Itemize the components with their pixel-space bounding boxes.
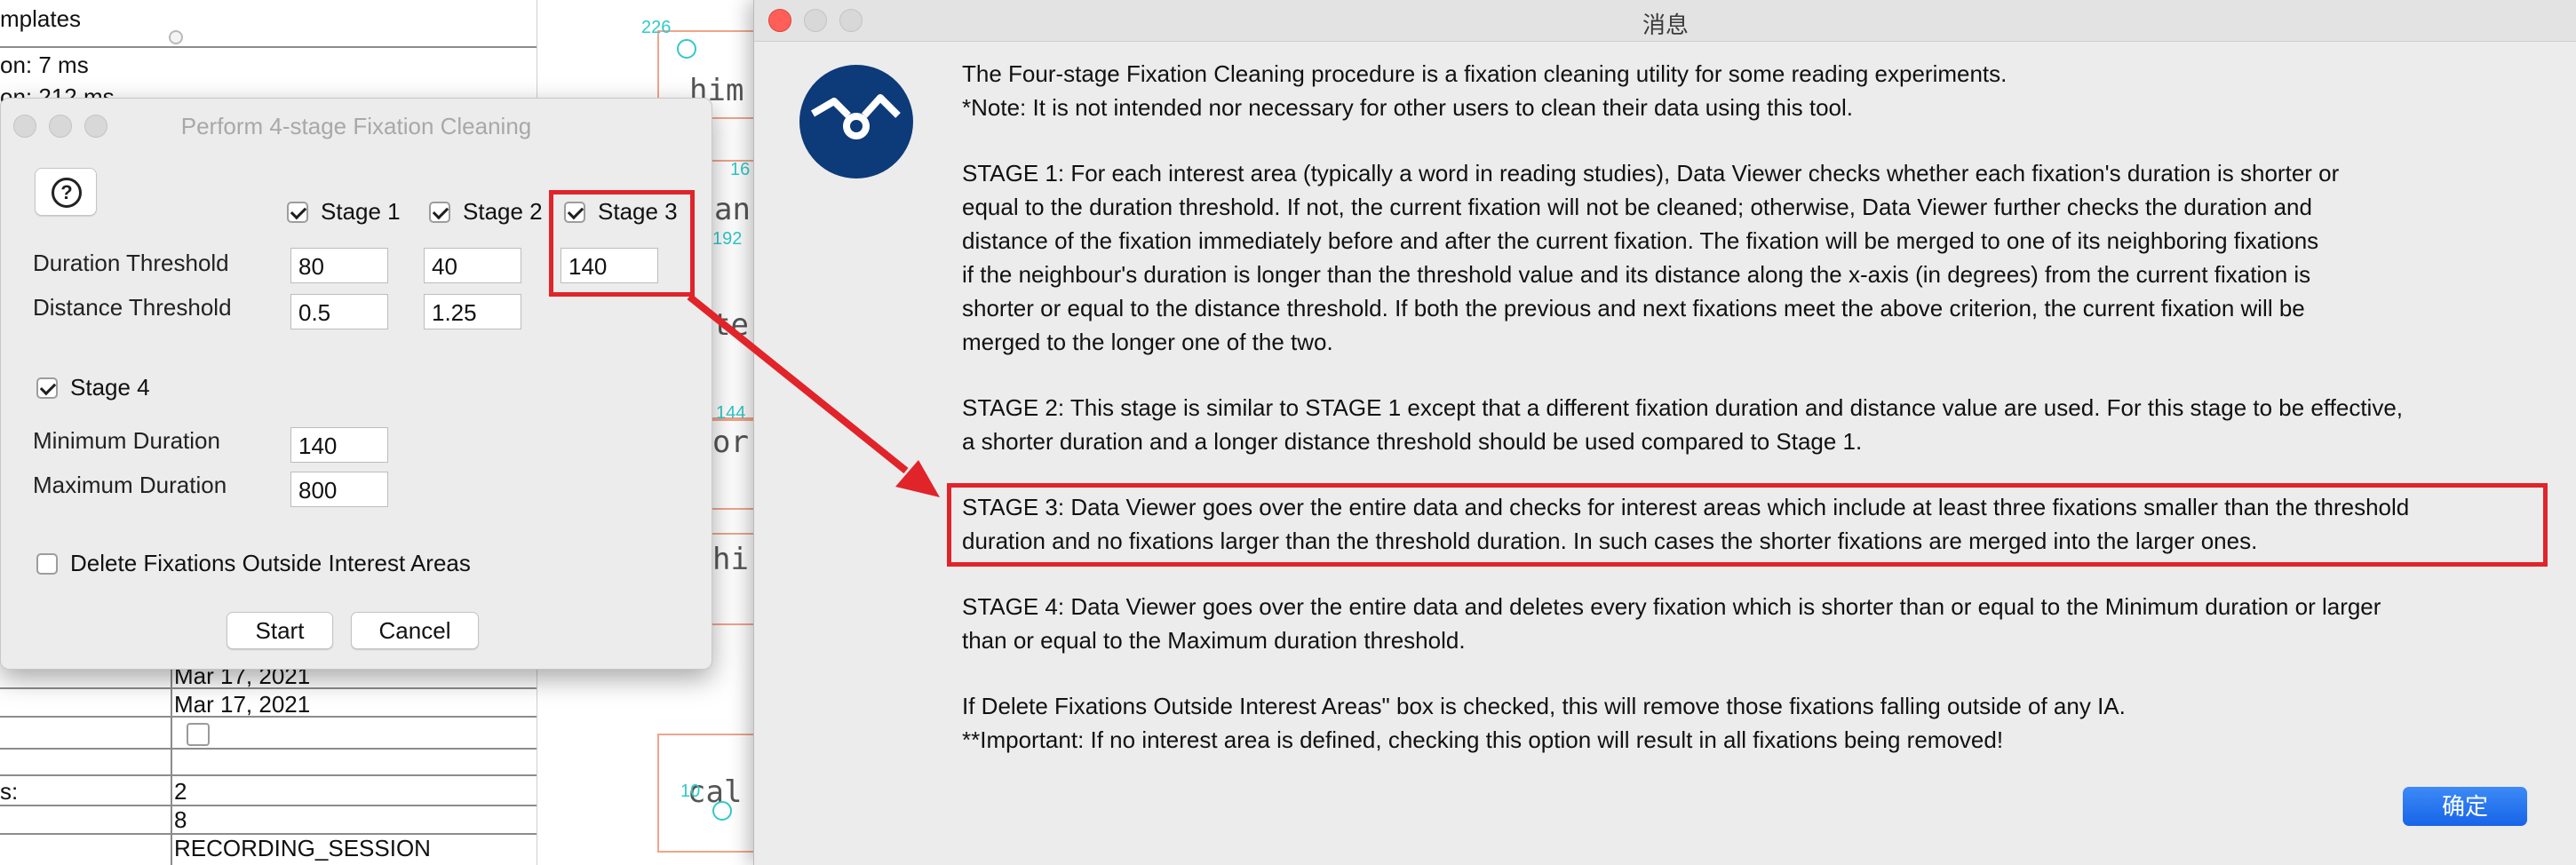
stage2-label: Stage 2 [463, 198, 543, 225]
maximum-duration-label: Maximum Duration [33, 472, 227, 498]
divider [0, 46, 537, 48]
bg-fragment-templates: mplates [0, 5, 82, 32]
message-line: distance of the fixation immediately bef… [962, 227, 2319, 254]
delete-outside-ia-label: Delete Fixations Outside Interest Areas [70, 550, 471, 576]
divider [0, 774, 537, 776]
minimum-duration-label: Minimum Duration [33, 427, 220, 454]
table-cell-label: s: [0, 778, 19, 805]
fixation-marker [712, 801, 732, 821]
stage2-duration-field[interactable]: 40 [424, 248, 521, 283]
stage1-checkbox[interactable]: Stage 1 [287, 198, 401, 226]
table-cell-value: 2 [174, 778, 187, 805]
ok-button[interactable]: 确定 [2403, 787, 2527, 826]
stage3-highlight-box [549, 190, 695, 297]
divider [0, 805, 537, 806]
bg-fragment-duration-1: on: 7 ms [0, 52, 89, 78]
check-icon [429, 201, 450, 223]
message-line: STAGE 4: Data Viewer goes over the entir… [962, 593, 2381, 620]
stage2-distance-field[interactable]: 1.25 [424, 294, 521, 329]
fixation-duration-label: 192 [712, 229, 743, 249]
stage1-duration-field[interactable]: 80 [290, 248, 388, 283]
message-line: If Delete Fixations Outside Interest Are… [962, 693, 2126, 719]
table-cell-value: 8 [174, 806, 187, 833]
message-line: than or equal to the Maximum duration th… [962, 627, 1466, 654]
fixation-cleaning-dialog: Perform 4-stage Fixation Cleaning ? Stag… [0, 98, 712, 670]
check-icon [36, 377, 58, 399]
interest-area-word: an [714, 192, 751, 227]
dialog-titlebar: Perform 4-stage Fixation Cleaning [1, 99, 712, 152]
interest-area-word: or [712, 425, 749, 460]
message-line: equal to the duration threshold. If not,… [962, 194, 2312, 220]
table-cell-checkbox[interactable] [187, 723, 210, 746]
maximum-duration-field[interactable]: 800 [290, 472, 388, 507]
fixation-duration-label: 16 [730, 160, 751, 179]
fixation-duration-label: 226 [641, 18, 672, 37]
stage4-label: Stage 4 [70, 374, 150, 401]
message-titlebar: 消息 [754, 0, 2576, 42]
start-button[interactable]: Start [227, 612, 333, 649]
message-line: STAGE 2: This stage is similar to STAGE … [962, 394, 2404, 421]
cancel-button[interactable]: Cancel [351, 612, 479, 649]
distance-threshold-label: Distance Threshold [33, 294, 232, 321]
message-line: The Four-stage Fixation Cleaning procedu… [962, 60, 2008, 87]
stage3-text-highlight-box [947, 483, 2548, 567]
message-line: shorter or equal to the distance thresho… [962, 295, 2305, 321]
message-line: *Note: It is not intended nor necessary … [962, 94, 1854, 121]
duration-threshold-label: Duration Threshold [33, 250, 229, 276]
app-logo-icon [799, 65, 913, 179]
table-cell-date-2: Mar 17, 2021 [174, 691, 311, 718]
message-line: merged to the longer one of the two. [962, 329, 1333, 355]
message-line: a shorter duration and a longer distance… [962, 428, 1863, 455]
dialog-title: Perform 4-stage Fixation Cleaning [180, 113, 532, 139]
interest-area-word: te [712, 307, 749, 343]
fixation-duration-label: 144 [716, 403, 746, 423]
stage1-label: Stage 1 [321, 198, 401, 225]
message-title: 消息 [1642, 12, 1689, 38]
stage1-distance-field[interactable]: 0.5 [290, 294, 388, 329]
stage2-checkbox[interactable]: Stage 2 [429, 198, 543, 226]
check-icon [287, 201, 308, 223]
stage4-checkbox[interactable]: Stage 4 [36, 374, 150, 401]
message-line: **Important: If no interest area is defi… [962, 726, 2004, 753]
table-cell-value: RECORDING_SESSION [174, 835, 431, 861]
interest-area-word: hi [712, 542, 749, 577]
fixation-duration-label: 10 [680, 782, 701, 801]
fixation-marker [677, 39, 696, 59]
splitter-handle[interactable] [169, 30, 183, 44]
help-button[interactable]: ? [35, 168, 97, 216]
message-dialog: 消息 The Four-stage Fixation Cleaning proc… [753, 0, 2576, 865]
delete-outside-ia-checkbox[interactable]: Delete Fixations Outside Interest Areas [36, 550, 471, 577]
minimum-duration-field[interactable]: 140 [290, 427, 388, 463]
help-icon: ? [52, 178, 82, 208]
message-line: STAGE 1: For each interest area (typical… [962, 160, 2340, 186]
checkbox-box [36, 552, 58, 575]
divider [0, 748, 537, 750]
message-line: if the neighbour's duration is longer th… [962, 261, 2311, 288]
